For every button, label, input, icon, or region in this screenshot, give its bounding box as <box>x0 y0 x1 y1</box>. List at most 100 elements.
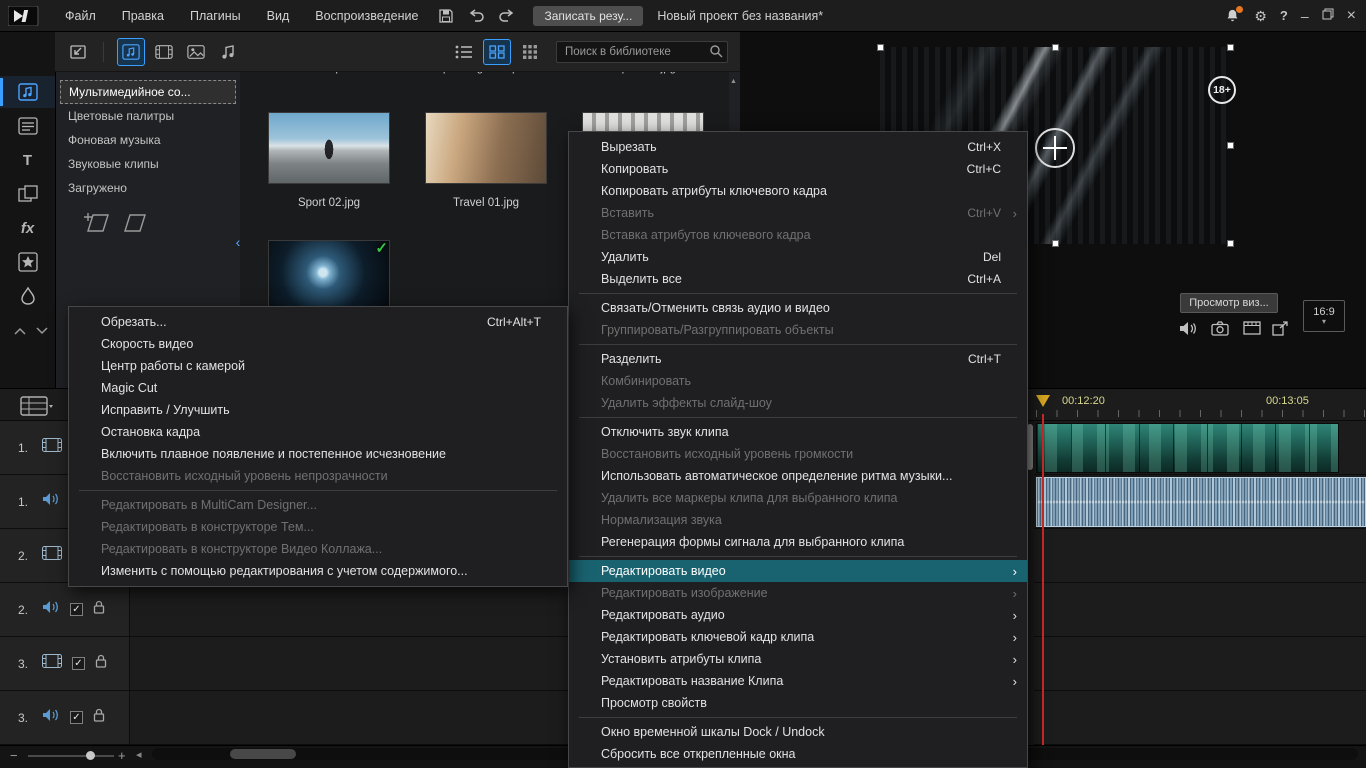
zoom-in-icon[interactable]: + <box>118 749 126 762</box>
library-category-selected[interactable]: Мультимедийное со... <box>60 80 236 104</box>
redo-icon[interactable] <box>495 5 517 27</box>
effect-room-tab[interactable]: fx <box>0 212 55 244</box>
menu-item[interactable]: Сбросить все открепленные окна <box>569 743 1027 765</box>
snapshot-camera-icon[interactable] <box>1208 318 1232 338</box>
title-room-tab[interactable]: T <box>0 144 55 176</box>
position-crosshair[interactable] <box>1035 128 1075 168</box>
menubar-item[interactable]: Плагины <box>177 0 254 32</box>
undock-preview-icon[interactable] <box>1268 318 1292 338</box>
library-category[interactable]: Звуковые клипы <box>60 152 236 176</box>
track-enable-checkbox[interactable]: ✓ <box>70 603 83 616</box>
pip-room-tab[interactable] <box>0 246 55 278</box>
help-icon[interactable]: ? <box>1280 9 1288 22</box>
library-search-input[interactable] <box>556 41 728 63</box>
track-lock-icon[interactable] <box>93 708 105 727</box>
menu-item[interactable]: Редактировать аудио› <box>569 604 1027 626</box>
menu-item[interactable]: Остановка кадра <box>69 421 567 443</box>
menu-item[interactable]: Отключить звук клипа <box>569 421 1027 443</box>
transition-room-tab[interactable] <box>0 178 55 210</box>
track-manager-icon[interactable] <box>20 396 54 423</box>
close-icon[interactable]: × <box>1347 8 1356 24</box>
selection-handle[interactable] <box>1227 142 1234 149</box>
music-filter-icon[interactable] <box>215 39 241 65</box>
timeline-ruler[interactable]: 00:12:20 00:13:05 <box>1036 392 1366 418</box>
collapse-panel-icon[interactable]: ‹ <box>232 222 244 262</box>
menu-item[interactable]: Редактировать видео› <box>569 560 1027 582</box>
restore-icon[interactable] <box>1322 7 1334 25</box>
playhead-marker[interactable] <box>1036 395 1050 407</box>
playhead-line[interactable] <box>1042 414 1044 745</box>
media-content-filter-icon[interactable] <box>117 38 145 66</box>
rail-scroll-down-icon[interactable] <box>32 324 52 338</box>
selection-handle[interactable] <box>1227 44 1234 51</box>
menu-item[interactable]: ВырезатьCtrl+X <box>569 136 1027 158</box>
menu-item[interactable]: Выделить всеCtrl+A <box>569 268 1027 290</box>
library-category[interactable]: Фоновая музыка <box>60 128 236 152</box>
video-clip[interactable] <box>1036 423 1339 473</box>
zoom-out-icon[interactable]: − <box>10 749 18 762</box>
media-room-tab[interactable] <box>0 76 55 108</box>
import-media-icon[interactable] <box>67 41 89 63</box>
menu-item[interactable]: КопироватьCtrl+C <box>569 158 1027 180</box>
menu-item[interactable]: Обрезать...Ctrl+Alt+T <box>69 311 567 333</box>
menu-item[interactable]: Связать/Отменить связь аудио и видео <box>569 297 1027 319</box>
menu-item[interactable]: Редактировать ключевой кадр клипа› <box>569 626 1027 648</box>
track-header[interactable]: 3.✓ <box>0 691 130 744</box>
adjustment-room-tab[interactable] <box>0 110 55 142</box>
track-header[interactable]: 2.✓ <box>0 583 130 636</box>
search-icon[interactable] <box>709 44 723 63</box>
mute-speaker-icon[interactable] <box>1176 318 1200 338</box>
zoom-slider-knob[interactable] <box>86 751 95 760</box>
preview-window-icon[interactable] <box>1240 318 1264 338</box>
menu-item[interactable]: Magic Cut <box>69 377 567 399</box>
menu-item[interactable]: Просмотр свойств <box>569 692 1027 714</box>
menu-item[interactable]: Окно временной шкалы Dock / Undock <box>569 721 1027 743</box>
scroll-left-icon[interactable]: ◂ <box>136 749 142 762</box>
record-button[interactable]: Записать резу... <box>533 6 643 26</box>
selection-handle[interactable] <box>877 44 884 51</box>
settings-gear-icon[interactable]: ⚙ <box>1254 9 1267 23</box>
track-lock-icon[interactable] <box>93 600 105 619</box>
undo-icon[interactable] <box>465 5 487 27</box>
rail-scroll-up-icon[interactable] <box>10 324 30 338</box>
menu-item[interactable]: Копировать атрибуты ключевого кадра <box>569 180 1027 202</box>
menu-item[interactable]: Установить атрибуты клипа› <box>569 648 1027 670</box>
menu-item[interactable]: Редактировать название Клипа› <box>569 670 1027 692</box>
create-color-board-icon[interactable] <box>80 210 114 241</box>
menu-item[interactable]: Скорость видео <box>69 333 567 355</box>
particle-room-tab[interactable] <box>0 280 55 312</box>
menu-item[interactable]: Включить плавное появление и постепенное… <box>69 443 567 465</box>
media-thumbnail[interactable]: ✓ <box>268 240 390 312</box>
menu-item[interactable]: Центр работы с камерой <box>69 355 567 377</box>
library-category[interactable]: Загружено <box>60 176 236 200</box>
library-category[interactable]: Цветовые палитры <box>60 104 236 128</box>
audio-clip[interactable] <box>1036 477 1366 527</box>
selection-handle[interactable] <box>1227 240 1234 247</box>
track-enable-checkbox[interactable]: ✓ <box>72 657 85 670</box>
track-lock-icon[interactable] <box>95 654 107 673</box>
scrollbar-up-icon[interactable]: ▲ <box>729 78 738 85</box>
track-header[interactable]: 3.✓ <box>0 637 130 690</box>
explorer-grid-icon[interactable] <box>517 40 543 64</box>
menu-item[interactable]: РазделитьCtrl+T <box>569 348 1027 370</box>
aspect-ratio-selector[interactable]: 16:9 ▾ <box>1303 300 1345 332</box>
menu-item[interactable]: Изменить с помощью редактирования с учет… <box>69 560 567 582</box>
color-board-icon[interactable] <box>122 210 148 241</box>
media-thumbnail[interactable] <box>268 112 390 184</box>
grid-view-icon[interactable] <box>483 39 511 65</box>
menu-item[interactable]: УдалитьDel <box>569 246 1027 268</box>
menu-item[interactable]: Использовать автоматическое определение … <box>569 465 1027 487</box>
save-icon[interactable] <box>435 5 457 27</box>
menubar-item[interactable]: Вид <box>254 0 303 32</box>
minimize-icon[interactable]: – <box>1301 9 1309 23</box>
list-view-icon[interactable] <box>451 40 477 64</box>
menubar-item[interactable]: Правка <box>109 0 177 32</box>
photo-filter-icon[interactable] <box>183 39 209 65</box>
video-filter-icon[interactable] <box>151 39 177 65</box>
selection-handle[interactable] <box>1052 240 1059 247</box>
media-thumbnail[interactable] <box>425 112 547 184</box>
scrollbar-thumb[interactable] <box>230 749 296 759</box>
track-enable-checkbox[interactable]: ✓ <box>70 711 83 724</box>
preview-quality-button[interactable]: Просмотр виз... <box>1180 293 1278 313</box>
menubar-item[interactable]: Воспроизведение <box>302 0 431 32</box>
